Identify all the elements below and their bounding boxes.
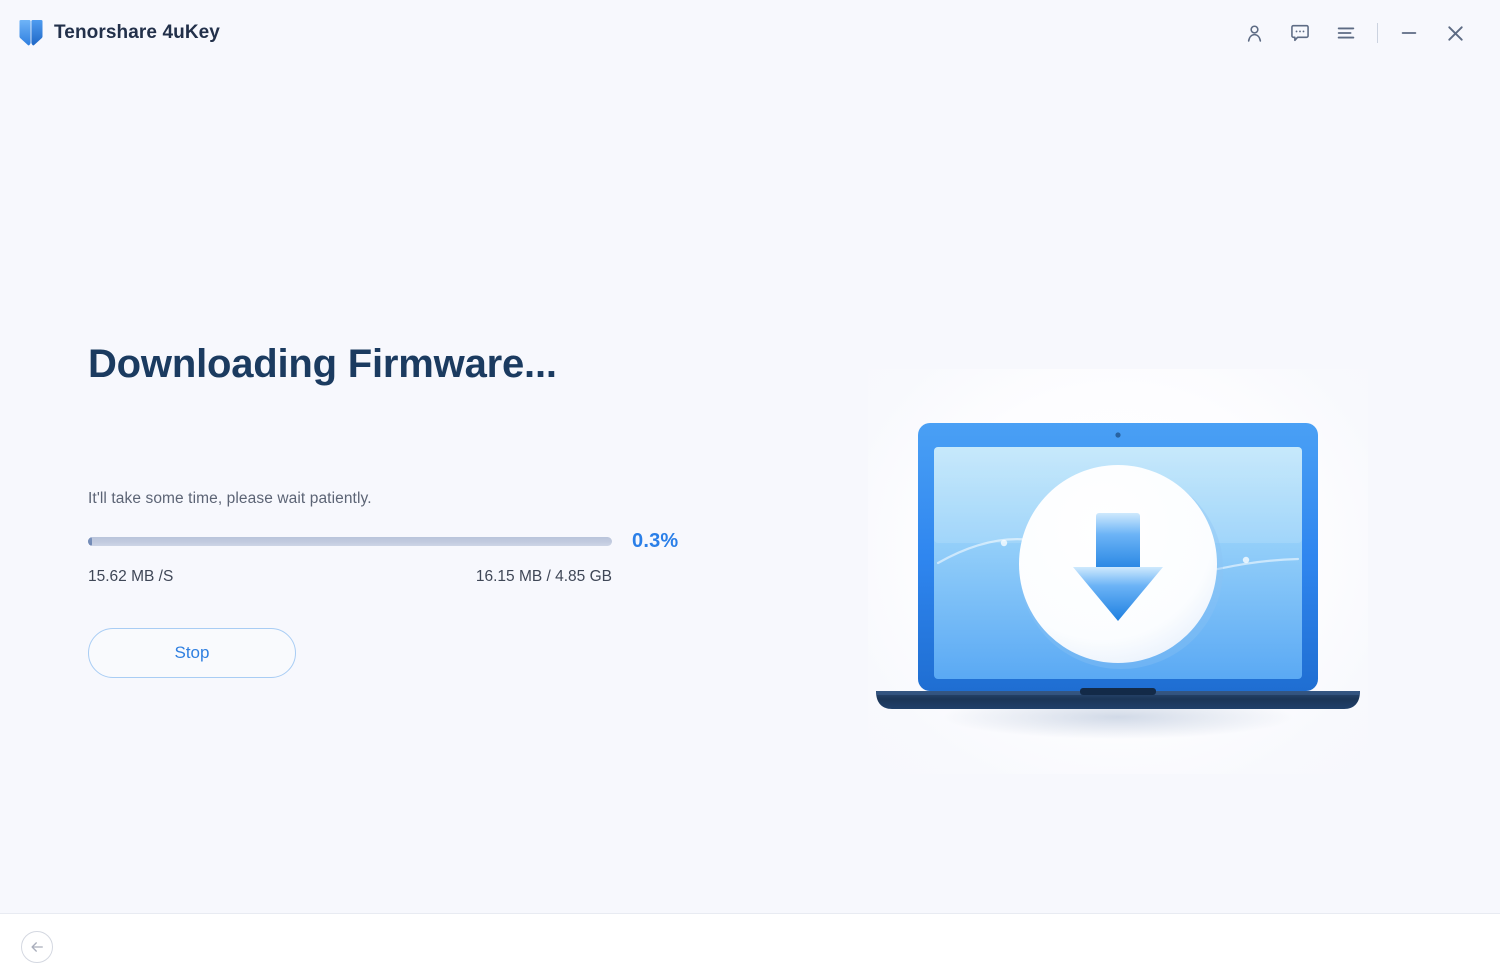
laptop-download-illustration — [868, 369, 1368, 774]
download-status-panel: Downloading Firmware... It'll take some … — [88, 342, 708, 678]
progress-bar — [88, 537, 612, 546]
brand: Tenorshare 4uKey — [18, 19, 220, 47]
close-icon[interactable] — [1432, 11, 1478, 55]
stop-button[interactable]: Stop — [88, 628, 296, 678]
controls-divider — [1377, 23, 1378, 43]
feedback-icon[interactable] — [1277, 11, 1323, 55]
footer-bar — [0, 913, 1500, 980]
app-window: Tenorshare 4uKey Downloading Firmware...… — [0, 0, 1500, 980]
window-controls — [1231, 11, 1478, 55]
progress-row: 0.3% — [88, 530, 708, 553]
download-amount: 16.15 MB / 4.85 GB — [475, 568, 612, 585]
menu-icon[interactable] — [1323, 11, 1369, 55]
progress-percent: 0.3% — [632, 530, 679, 552]
page-title: Downloading Firmware... — [88, 342, 557, 386]
shield-book-logo-icon — [18, 19, 44, 47]
progress-bar-fill — [88, 537, 93, 546]
main-content: Downloading Firmware... It'll take some … — [0, 66, 1500, 913]
title-bar: Tenorshare 4uKey — [0, 0, 1500, 66]
hint-text: It'll take some time, please wait patien… — [88, 490, 372, 507]
brand-name: Tenorshare 4uKey — [54, 22, 220, 43]
download-stats: 15.62 MB /S 16.15 MB / 4.85 GB — [88, 568, 612, 586]
account-icon[interactable] — [1231, 11, 1277, 55]
arrow-left-circle-icon[interactable] — [21, 931, 53, 963]
download-speed: 15.62 MB /S — [88, 568, 174, 585]
minimize-icon[interactable] — [1386, 11, 1432, 55]
